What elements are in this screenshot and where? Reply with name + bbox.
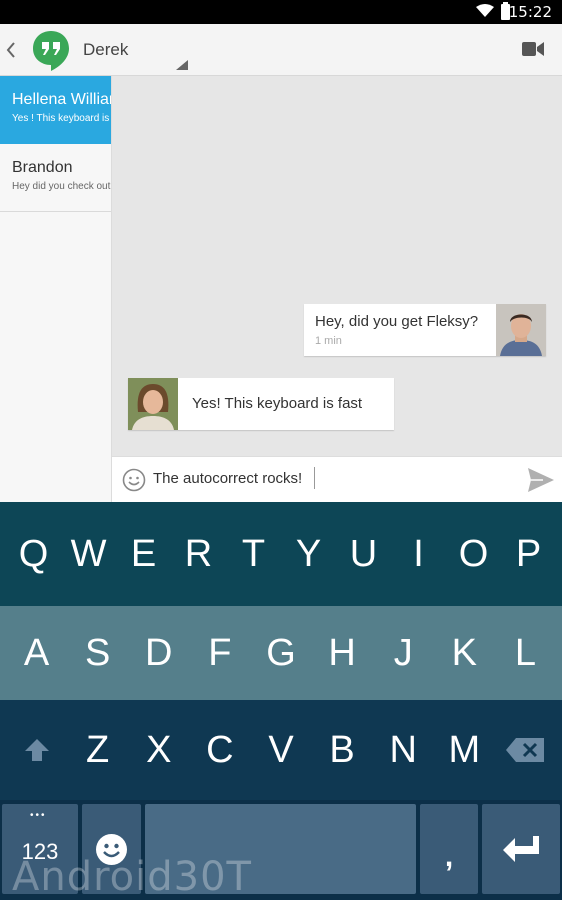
message-text: Yes! This keyboard is fast <box>192 395 363 412</box>
avatar[interactable] <box>496 304 546 356</box>
key-b[interactable]: B <box>312 729 373 772</box>
conversation-item-active[interactable]: Hellena Williams Yes ! This keyboard is … <box>0 76 111 144</box>
status-time: 15:22 <box>508 3 552 21</box>
chat-area: Hey, did you get Fleksy? 1 min Yes! This… <box>112 76 562 456</box>
key-z[interactable]: Z <box>67 729 128 772</box>
keyboard-row-3: Z X C V B N M <box>0 700 562 800</box>
key-s[interactable]: S <box>67 632 128 675</box>
text-caret <box>314 467 315 489</box>
key-i[interactable]: I <box>391 533 446 576</box>
enter-key[interactable] <box>482 804 560 894</box>
incoming-message: Yes! This keyboard is fast <box>128 378 394 430</box>
emoji-icon[interactable] <box>122 468 146 497</box>
keyboard-row-2: A S D F G H J K L <box>0 606 562 700</box>
conversation-name: Brandon <box>12 159 73 176</box>
key-p[interactable]: P <box>501 533 556 576</box>
key-a[interactable]: A <box>6 632 67 675</box>
key-u[interactable]: U <box>336 533 391 576</box>
hangouts-logo[interactable] <box>32 30 70 71</box>
key-d[interactable]: D <box>128 632 189 675</box>
message-text: Hey, did you get Fleksy? <box>315 313 479 330</box>
keyboard: Q W E R T Y U I O P A S D F G H J K L Z … <box>0 502 562 900</box>
video-call-icon[interactable] <box>522 41 544 62</box>
backspace-icon[interactable] <box>495 738 556 762</box>
key-h[interactable]: H <box>312 632 373 675</box>
key-e[interactable]: E <box>116 533 171 576</box>
key-q[interactable]: Q <box>6 533 61 576</box>
compose-bar: The autocorrect rocks! <box>112 456 562 502</box>
key-c[interactable]: C <box>189 729 250 772</box>
key-f[interactable]: F <box>189 632 250 675</box>
enter-icon <box>503 836 539 862</box>
message-time: 1 min <box>315 335 342 347</box>
key-n[interactable]: N <box>373 729 434 772</box>
key-o[interactable]: O <box>446 533 501 576</box>
key-t[interactable]: T <box>226 533 281 576</box>
shift-icon[interactable] <box>6 737 67 763</box>
conversation-item[interactable]: Brandon Hey did you check out <box>0 144 111 212</box>
avatar[interactable] <box>128 378 178 430</box>
key-x[interactable]: X <box>128 729 189 772</box>
message-input[interactable]: The autocorrect rocks! <box>153 470 302 487</box>
dropdown-indicator-icon[interactable] <box>176 60 188 70</box>
more-indicator: ••• <box>30 810 47 821</box>
conversation-name: Hellena Williams <box>12 91 111 108</box>
back-icon[interactable] <box>4 38 18 62</box>
key-w[interactable]: W <box>61 533 116 576</box>
key-k[interactable]: K <box>434 632 495 675</box>
contact-name[interactable]: Derek <box>83 40 128 60</box>
key-m[interactable]: M <box>434 729 495 772</box>
key-r[interactable]: R <box>171 533 226 576</box>
conversation-preview: Yes ! This keyboard is fast <box>12 113 111 124</box>
keyboard-row-1: Q W E R T Y U I O P <box>0 502 562 606</box>
key-j[interactable]: J <box>373 632 434 675</box>
outgoing-message: Hey, did you get Fleksy? 1 min <box>304 304 546 356</box>
wifi-icon <box>476 4 494 23</box>
comma-key[interactable]: , <box>420 804 478 894</box>
watermark: Android30T <box>12 854 252 900</box>
key-y[interactable]: Y <box>281 533 336 576</box>
key-l[interactable]: L <box>495 632 556 675</box>
app-header: Derek <box>0 24 562 76</box>
status-bar: 15:22 <box>0 0 562 24</box>
key-v[interactable]: V <box>250 729 311 772</box>
conversation-preview: Hey did you check out <box>12 181 111 192</box>
conversation-list: Hellena Williams Yes ! This keyboard is … <box>0 76 112 502</box>
key-g[interactable]: G <box>250 632 311 675</box>
comma-key-label: , <box>444 840 454 873</box>
send-icon[interactable] <box>527 467 555 498</box>
